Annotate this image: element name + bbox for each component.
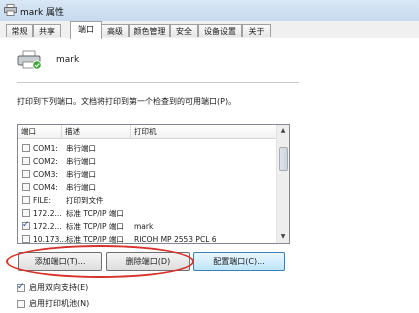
port-name: 172.2... [33, 222, 62, 231]
printer-name: mark [56, 55, 80, 65]
port-name: COM4: [33, 183, 58, 192]
port-row[interactable]: COM3: 串行端口 [18, 168, 277, 181]
port-row[interactable]: 10.173... 标准 TCP/IP 端口 RICOH MP 2553 PCL… [18, 233, 277, 244]
bidirectional-checkbox[interactable]: ✓ [17, 282, 25, 292]
port-row[interactable]: COM4: 串行端口 [18, 181, 277, 194]
pooling-label: 启用打印机池(N) [29, 299, 90, 308]
port-name: COM2: [33, 157, 58, 166]
tab-ports[interactable]: 端口 [70, 21, 102, 39]
port-name: FILE: [33, 196, 51, 205]
port-checkbox[interactable] [22, 144, 30, 152]
tab-strip: 常规 共享 端口 高级 颜色管理 安全 设备设置 关于 [0, 21, 419, 39]
port-printer: mark [134, 222, 154, 231]
port-row[interactable]: COM1: 串行端口 [18, 142, 277, 155]
tab-about[interactable]: 关于 [242, 24, 271, 37]
port-checkbox[interactable] [22, 235, 30, 243]
column-header-printer[interactable]: 打印机 [131, 125, 277, 138]
port-checkbox[interactable]: ✓ [22, 220, 30, 230]
ports-tab-panel: mark 打印到下列端口。文档将打印到第一个检查到的可用端口(P)。 端口 描述… [0, 38, 419, 313]
tab-device-settings[interactable]: 设备设置 [198, 24, 242, 37]
port-checkbox[interactable] [22, 196, 30, 204]
divider [17, 82, 299, 83]
printer-icon [17, 50, 42, 70]
port-name: 10.173... [33, 235, 67, 244]
checkmark-icon: ✓ [22, 220, 30, 230]
column-header-description[interactable]: 描述 [62, 125, 131, 138]
port-description: 串行端口 [66, 183, 96, 192]
port-list-header: 端口 描述 打印机 [18, 125, 277, 139]
configure-port-button[interactable]: 配置端口(C)... [193, 252, 285, 271]
tab-color-management[interactable]: 颜色管理 [129, 24, 170, 37]
scroll-down-arrow-icon[interactable]: ▼ [277, 231, 289, 243]
bidirectional-label: 启用双向支持(E) [29, 283, 89, 292]
checkmark-icon: ✓ [17, 282, 25, 292]
port-list[interactable]: 端口 描述 打印机 COM1: 串行端口 COM2: 串行端口 COM3: 串行… [17, 124, 290, 244]
port-row[interactable]: COM2: 串行端口 [18, 155, 277, 168]
tab-advanced[interactable]: 高级 [101, 24, 129, 37]
port-row[interactable]: ✓ 172.2... 标准 TCP/IP 端口 mark [18, 220, 277, 233]
port-checkbox[interactable] [22, 183, 30, 191]
printer-properties-window: mark 属性 常规 共享 端口 高级 颜色管理 安全 设备设置 关于 mark… [0, 0, 419, 313]
port-name: COM3: [33, 170, 58, 179]
printer-icon [4, 4, 17, 16]
title-bar[interactable]: mark 属性 [0, 0, 419, 21]
window-title: mark 属性 [20, 8, 65, 18]
port-row[interactable]: 172.2... 标准 TCP/IP 端口 [18, 207, 277, 220]
port-name: COM1: [33, 144, 58, 153]
scrollbar-thumb[interactable] [279, 147, 288, 171]
tab-general[interactable]: 常规 [6, 24, 33, 37]
port-list-scrollbar[interactable]: ▲ ▼ [276, 125, 289, 243]
red-annotation-ellipse [6, 245, 194, 278]
pooling-checkbox[interactable] [17, 300, 25, 308]
port-checkbox[interactable] [22, 157, 30, 165]
port-description: 打印到文件 [66, 196, 104, 205]
tab-sharing[interactable]: 共享 [33, 24, 61, 37]
port-printer: RICOH MP 2553 PCL 6 [134, 235, 217, 244]
port-description: 串行端口 [66, 157, 96, 166]
instruction-text: 打印到下列端口。文档将打印到第一个检查到的可用端口(P)。 [17, 97, 237, 106]
port-description: 标准 TCP/IP 端口 [66, 235, 124, 244]
port-description: 标准 TCP/IP 端口 [66, 222, 124, 231]
tab-security[interactable]: 安全 [170, 24, 198, 37]
port-description: 串行端口 [66, 144, 96, 153]
port-description: 标准 TCP/IP 端口 [66, 209, 124, 218]
column-header-port[interactable]: 端口 [18, 125, 62, 138]
port-checkbox[interactable] [22, 209, 30, 217]
port-row[interactable]: FILE: 打印到文件 [18, 194, 277, 207]
port-description: 串行端口 [66, 170, 96, 179]
scroll-up-arrow-icon[interactable]: ▲ [277, 125, 289, 137]
port-name: 172.2... [33, 209, 62, 218]
port-checkbox[interactable] [22, 170, 30, 178]
